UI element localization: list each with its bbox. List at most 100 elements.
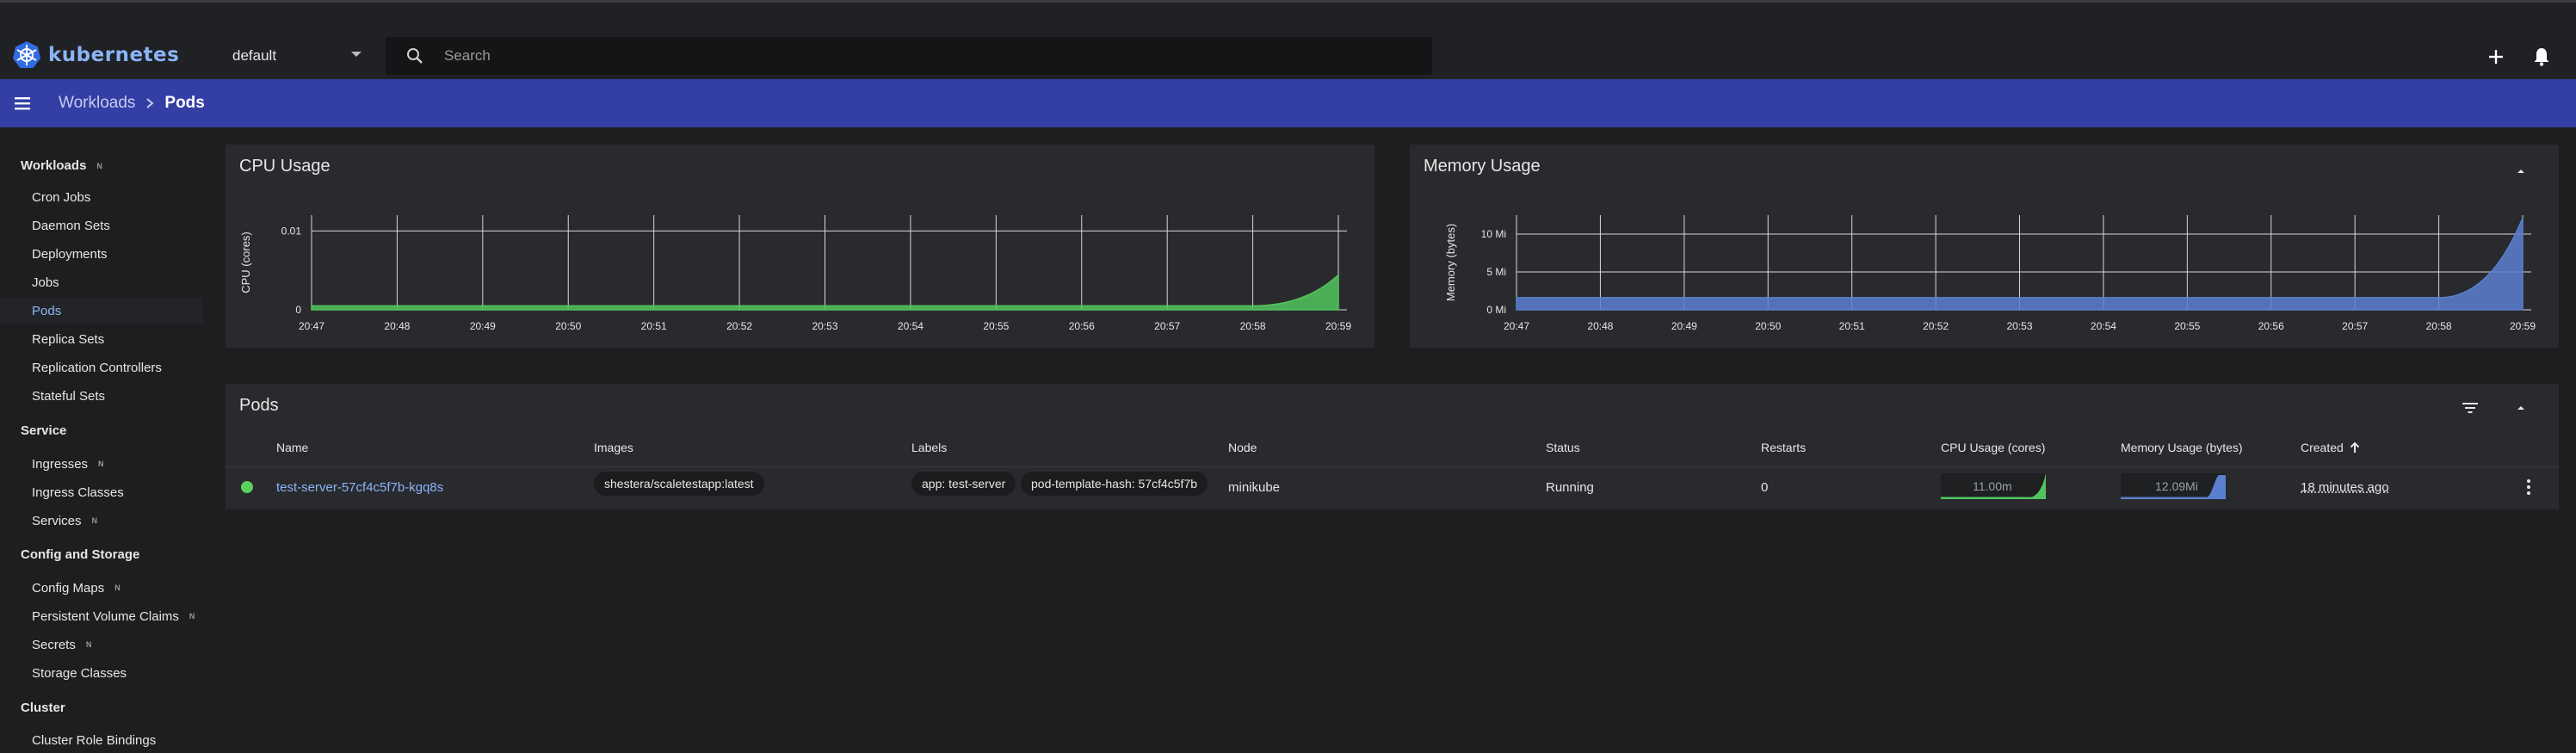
sidebar-nav: Workloads N Cron Jobs Daemon Sets Deploy…	[0, 127, 203, 752]
new-badge: N	[85, 640, 92, 649]
sidebar-item-ingress-classes[interactable]: Ingress Classes	[0, 479, 203, 505]
x-tick-label: 20:53	[2006, 320, 2032, 332]
search-bar[interactable]	[386, 37, 1432, 75]
x-tick-label: 20:49	[1671, 320, 1697, 332]
notifications-bell-icon[interactable]	[2530, 46, 2553, 68]
sidebar-item-label: Secrets	[32, 637, 76, 652]
section-label: Cluster	[21, 701, 65, 715]
y-tick-label: 0.01	[281, 225, 302, 237]
label-chip: app: test-server	[911, 472, 1016, 496]
sidebar-item-storage-classes[interactable]: Storage Classes	[0, 660, 203, 686]
search-icon	[407, 48, 423, 64]
sidebar-item-label: Deployments	[32, 246, 108, 262]
search-input[interactable]	[444, 47, 1391, 65]
x-tick-label: 20:54	[898, 320, 924, 332]
sidebar-item-cron-jobs[interactable]: Cron Jobs	[0, 184, 203, 210]
cpu-usage-card: CPU Usage 20:47 20:48 20:49 20:50 20:51 20:52…	[225, 145, 1566, 348]
x-tick-label: 20:57	[1154, 320, 1180, 332]
more-vertical-icon[interactable]	[2521, 478, 2536, 496]
hamburger-menu-icon[interactable]	[12, 93, 33, 114]
sidebar-item-stateful-sets[interactable]: Stateful Sets	[0, 383, 203, 409]
sidebar-section-service[interactable]: Service	[21, 423, 66, 438]
filter-icon[interactable]	[2461, 398, 2480, 417]
y-tick-label: 0 Mi	[1486, 304, 1506, 316]
restarts-value: 0	[1761, 480, 1769, 495]
y-axis-label: Memory (bytes)	[1444, 224, 1457, 301]
new-badge: N	[188, 612, 195, 620]
sidebar-item-label: Daemon Sets	[32, 218, 110, 233]
sidebar-item-label: Services	[32, 513, 82, 528]
create-plus-icon[interactable]	[2485, 46, 2507, 68]
memory-sparkline: 12.09Mi	[2121, 473, 2226, 499]
cpu-sparkline: 11.00m	[1941, 473, 2046, 499]
x-tick-label: 20:52	[726, 320, 752, 332]
chevron-right-icon	[146, 98, 154, 108]
x-tick-label: 20:54	[2091, 320, 2116, 332]
sidebar-section-config-storage[interactable]: Config and Storage	[21, 547, 139, 562]
new-badge: N	[114, 583, 120, 592]
sidebar-item-label: Cron Jobs	[32, 189, 91, 205]
created-value[interactable]: 18 minutes ago	[2301, 480, 2389, 495]
label-chip: pod-template-hash: 57cf4c5f7b	[1021, 472, 1208, 496]
sidebar-item-label: Replica Sets	[32, 331, 105, 347]
sidebar-item-replication-controllers[interactable]: Replication Controllers	[0, 355, 203, 380]
column-header-created[interactable]: Created	[2301, 441, 2361, 454]
memory-usage-card: Memory Usage 20:47 20:48 20:49 20:50 20:51 20…	[1410, 145, 2559, 348]
new-badge: N	[91, 516, 98, 525]
sidebar-item-label: Persistent Volume Claims	[32, 608, 179, 624]
sidebar-item-ingresses[interactable]: Ingresses N	[0, 451, 203, 477]
breadcrumb-current: Pods	[164, 94, 205, 112]
x-tick-label: 20:59	[2510, 320, 2536, 332]
sidebar-item-pods[interactable]: Pods	[0, 298, 203, 324]
pod-name-link[interactable]: test-server-57cf4c5f7b-kgq8s	[276, 480, 443, 495]
x-tick-label: 20:47	[1504, 320, 1529, 332]
y-axis-label: CPU (cores)	[239, 231, 252, 293]
sidebar-item-label: Ingresses	[32, 456, 89, 472]
logo-text: kubernetes	[48, 44, 180, 66]
column-header-node[interactable]: Node	[1228, 441, 1257, 454]
x-tick-label: 20:51	[641, 320, 667, 332]
sidebar-item-services[interactable]: Services N	[0, 508, 203, 534]
kubernetes-wheel-icon	[13, 41, 40, 68]
x-tick-label: 20:52	[1923, 320, 1949, 332]
x-tick-label: 20:59	[1325, 320, 1351, 332]
sidebar-item-config-maps[interactable]: Config Maps N	[0, 575, 203, 601]
sidebar-item-replica-sets[interactable]: Replica Sets	[0, 326, 203, 352]
memory-usage-value: 12.09Mi	[2155, 479, 2198, 493]
sidebar-item-jobs[interactable]: Jobs	[0, 269, 203, 295]
column-header-labels: Labels	[911, 441, 948, 454]
breadcrumb-workloads-link[interactable]: Workloads	[59, 94, 135, 113]
sidebar-item-label: Replication Controllers	[32, 360, 162, 375]
sidebar-item-daemon-sets[interactable]: Daemon Sets	[0, 213, 203, 238]
sidebar-item-secrets[interactable]: Secrets N	[0, 632, 203, 657]
kubernetes-logo[interactable]: kubernetes	[12, 40, 179, 70]
sort-arrow-up-icon	[2350, 441, 2360, 453]
image-chip: shestera/scaletestapp:latest	[594, 472, 764, 496]
sidebar-item-cluster-role-bindings[interactable]: Cluster Role Bindings	[0, 727, 203, 753]
x-tick-label: 20:53	[812, 320, 837, 332]
collapse-chevron-up-icon[interactable]	[2513, 400, 2529, 416]
memory-usage-chart: 20:47 20:48 20:49 20:50 20:51 20:52 20:53 20:54…	[1444, 215, 2536, 332]
x-tick-label: 20:56	[1069, 320, 1095, 332]
x-tick-label: 20:55	[983, 320, 1009, 332]
x-tick-label: 20:56	[2258, 320, 2284, 332]
sidebar-item-label: Stateful Sets	[32, 388, 106, 404]
y-tick-label: 0	[295, 304, 301, 316]
column-header-restarts[interactable]: Restarts	[1761, 441, 1806, 454]
sidebar-section-workloads[interactable]: Workloads N	[21, 158, 102, 173]
column-header-cpu: CPU Usage (cores)	[1941, 441, 2046, 454]
column-header-status[interactable]: Status	[1546, 441, 1580, 454]
dropdown-caret-icon	[351, 52, 361, 57]
sidebar-item-label: Cluster Role Bindings	[32, 732, 157, 748]
column-header-name[interactable]: Name	[276, 441, 308, 454]
status-value: Running	[1546, 480, 1594, 495]
sidebar-section-cluster[interactable]: Cluster	[21, 701, 65, 715]
sidebar-item-deployments[interactable]: Deployments	[0, 241, 203, 267]
sidebar-item-persistent-volume-claims[interactable]: Persistent Volume Claims N	[0, 603, 203, 629]
column-header-created-label: Created	[2301, 441, 2344, 454]
sidebar-item-label: Ingress Classes	[32, 485, 124, 500]
x-tick-label: 20:55	[2174, 320, 2200, 332]
namespace-select[interactable]: default	[232, 40, 361, 71]
x-tick-label: 20:50	[1755, 320, 1781, 332]
x-tick-label: 20:51	[1839, 320, 1865, 332]
